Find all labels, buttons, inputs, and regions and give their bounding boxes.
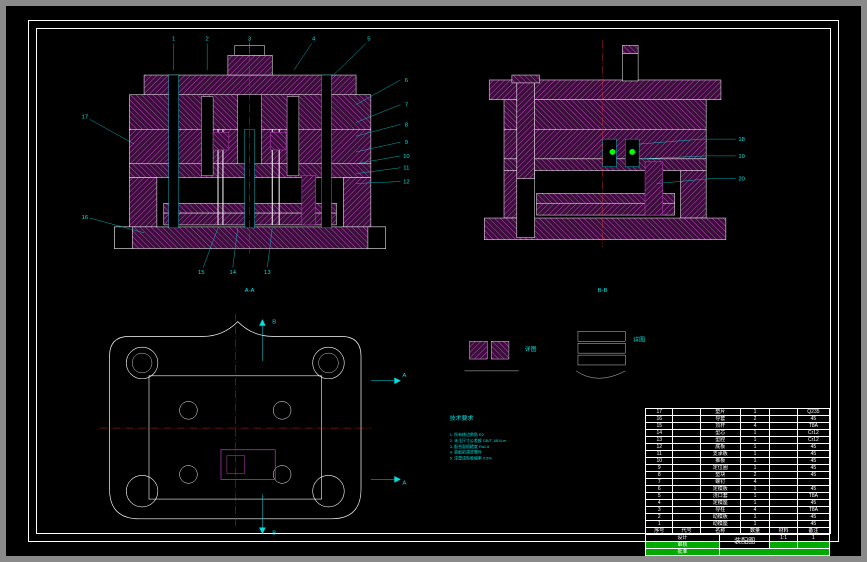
bom-header-row: 序号 代号 名称 数量 材料 备注 xyxy=(646,528,830,535)
callout-16: 16 xyxy=(82,215,89,221)
callout-3: 3 xyxy=(248,37,252,43)
detail-label-1: 详图 xyxy=(525,345,537,353)
notes-header: 技术要求 xyxy=(450,414,474,422)
callout-13: 13 xyxy=(264,270,271,276)
callout-15: 15 xyxy=(198,270,205,276)
section-label-aa: A-A xyxy=(245,288,255,294)
callout-4: 4 xyxy=(312,37,316,43)
bom-row: 9定位圈145 xyxy=(646,465,830,472)
section-view-aa: 1 2 3 4 5 6 7 8 9 10 11 12 17 16 15 14 1… xyxy=(82,37,411,294)
bom-row: 2动模板145 xyxy=(646,514,830,521)
bom-row: 5浇口套1T8A xyxy=(646,493,830,500)
technical-notes: 技术要求 1. 所有棱边倒角 R2 2. 未注尺寸公差按 GB/T 1804-m… xyxy=(450,414,508,460)
bom-row: 7螺钉4 xyxy=(646,479,830,486)
callout-5: 5 xyxy=(367,37,371,43)
plan-view: B B A A xyxy=(100,314,407,537)
bom-row: 11支承板145 xyxy=(646,451,830,458)
bom-row: 1动模座145 xyxy=(646,521,830,528)
callout-10: 10 xyxy=(403,154,410,160)
callout-6: 6 xyxy=(405,78,409,84)
section-label-bb: B-B xyxy=(598,288,608,294)
callout-8: 8 xyxy=(405,122,409,128)
bom-row: 16导套245 xyxy=(646,416,830,423)
bom-row: 4定模座145 xyxy=(646,500,830,507)
bom-row: 14型芯1Cr12 xyxy=(646,430,830,437)
bom-table: 17垫片1Q23516导套24515顶杆4T8A14型芯1Cr1213型腔1Cr… xyxy=(645,408,830,556)
section-arrow-b-bot: B xyxy=(272,531,276,537)
detail-label-2: 详图 xyxy=(633,335,645,343)
callout-1: 1 xyxy=(172,37,175,43)
notes-body: 1. 所有棱边倒角 R2 2. 未注尺寸公差按 GB/T 1804-m 3. 配… xyxy=(450,432,508,461)
detail-views: 详图 详图 xyxy=(465,331,646,378)
callout-19: 19 xyxy=(738,154,745,160)
callout-20: 20 xyxy=(738,177,745,183)
title-block: 17垫片1Q23516导套24515顶杆4T8A14型芯1Cr1213型腔1Cr… xyxy=(645,408,830,533)
bom-row: 8垫块245 xyxy=(646,472,830,479)
section-view-bb: 18 19 20 B-B xyxy=(484,41,745,294)
callout-2: 2 xyxy=(206,37,209,43)
callout-9: 9 xyxy=(405,140,408,146)
callout-7: 7 xyxy=(405,103,408,109)
cad-canvas[interactable]: 1 2 3 4 5 6 7 8 9 10 11 12 17 16 15 14 1… xyxy=(6,6,861,556)
title-row: 设计 装配图 1:1 1 xyxy=(646,535,830,542)
bom-row: 15顶杆4T8A xyxy=(646,423,830,430)
callout-18: 18 xyxy=(738,137,745,143)
bom-row: 17垫片1Q235 xyxy=(646,409,830,416)
section-arrow-a-top: A xyxy=(402,373,406,379)
callout-14: 14 xyxy=(230,270,237,276)
section-arrow-a-bot: A xyxy=(402,480,406,486)
callout-11: 11 xyxy=(403,166,409,172)
section-arrow-b-top: B xyxy=(272,320,276,326)
bom-row: 10推板145 xyxy=(646,458,830,465)
bom-row: 6定模板145 xyxy=(646,486,830,493)
bom-row: 12底板145 xyxy=(646,444,830,451)
bom-row: 3导柱4T8A xyxy=(646,507,830,514)
bom-row: 13型腔1Cr12 xyxy=(646,437,830,444)
callout-17: 17 xyxy=(82,114,89,120)
callout-12: 12 xyxy=(403,180,410,186)
title-row-green2: 批准 xyxy=(646,549,830,556)
